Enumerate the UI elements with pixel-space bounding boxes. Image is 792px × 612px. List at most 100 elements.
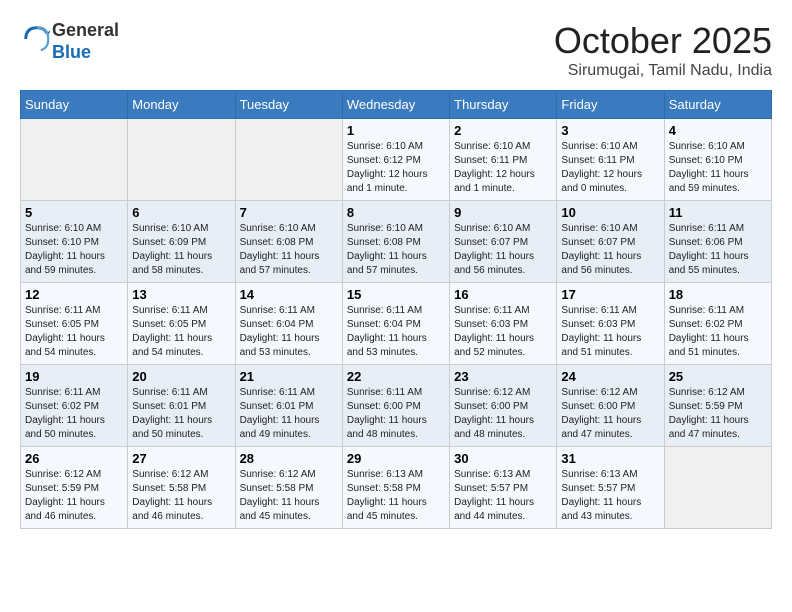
day-number: 23	[454, 369, 552, 384]
weekday-header: Friday	[557, 91, 664, 119]
day-number: 11	[669, 205, 767, 220]
weekday-header: Sunday	[21, 91, 128, 119]
calendar-cell: 29 Sunrise: 6:13 AM Sunset: 5:58 PM Dayli…	[342, 447, 449, 529]
day-number: 20	[132, 369, 230, 384]
day-number: 25	[669, 369, 767, 384]
day-number: 5	[25, 205, 123, 220]
day-number: 29	[347, 451, 445, 466]
calendar-cell: 10Sunrise: 6:10 AM Sunset: 6:07 PM Dayli…	[557, 201, 664, 283]
calendar-cell: 12Sunrise: 6:11 AM Sunset: 6:05 PM Dayli…	[21, 283, 128, 365]
day-number: 30	[454, 451, 552, 466]
day-info: Sunrise: 6:10 AM Sunset: 6:11 PM Dayligh…	[454, 140, 552, 196]
day-info: Sunrise: 6:13 AM Sunset: 5:57 PM Dayligh…	[454, 468, 552, 524]
day-number: 26	[25, 451, 123, 466]
day-number: 19	[25, 369, 123, 384]
month-title: October 2025	[554, 20, 772, 62]
day-number: 16	[454, 287, 552, 302]
day-info: Sunrise: 6:10 AM Sunset: 6:09 PM Dayligh…	[132, 222, 230, 278]
calendar-cell: 20 Sunrise: 6:11 AM Sunset: 6:01 PM Dayli…	[128, 365, 235, 447]
day-number: 1	[347, 123, 445, 138]
day-number: 8	[347, 205, 445, 220]
day-info: Sunrise: 6:10 AM Sunset: 6:11 PM Dayligh…	[561, 140, 659, 196]
calendar-week-row: 19 Sunrise: 6:11 AM Sunset: 6:02 PM Dayli…	[21, 365, 772, 447]
calendar-cell: 11 Sunrise: 6:11 AM Sunset: 6:06 PM Dayli…	[664, 201, 771, 283]
calendar-cell: 28 Sunrise: 6:12 AM Sunset: 5:58 PM Dayli…	[235, 447, 342, 529]
calendar-cell	[664, 447, 771, 529]
day-info: Sunrise: 6:12 AM Sunset: 5:58 PM Dayligh…	[132, 468, 230, 524]
day-info: Sunrise: 6:10 AM Sunset: 6:07 PM Dayligh…	[454, 222, 552, 278]
day-number: 4	[669, 123, 767, 138]
calendar-cell: 9 Sunrise: 6:10 AM Sunset: 6:07 PM Daylig…	[450, 201, 557, 283]
calendar-cell: 26 Sunrise: 6:12 AM Sunset: 5:59 PM Dayli…	[21, 447, 128, 529]
day-number: 17	[561, 287, 659, 302]
calendar-cell: 3 Sunrise: 6:10 AM Sunset: 6:11 PM Daylig…	[557, 119, 664, 201]
day-info: Sunrise: 6:11 AM Sunset: 6:00 PM Dayligh…	[347, 386, 445, 442]
weekday-header: Monday	[128, 91, 235, 119]
calendar-week-row: 12Sunrise: 6:11 AM Sunset: 6:05 PM Dayli…	[21, 283, 772, 365]
calendar-cell: 7Sunrise: 6:10 AM Sunset: 6:08 PM Daylig…	[235, 201, 342, 283]
day-info: Sunrise: 6:10 AM Sunset: 6:10 PM Dayligh…	[669, 140, 767, 196]
calendar-week-row: 5 Sunrise: 6:10 AM Sunset: 6:10 PM Daylig…	[21, 201, 772, 283]
day-info: Sunrise: 6:11 AM Sunset: 6:04 PM Dayligh…	[347, 304, 445, 360]
day-number: 6	[132, 205, 230, 220]
day-number: 21	[240, 369, 338, 384]
calendar-cell: 31Sunrise: 6:13 AM Sunset: 5:57 PM Dayli…	[557, 447, 664, 529]
day-number: 3	[561, 123, 659, 138]
calendar-table: SundayMondayTuesdayWednesdayThursdayFrid…	[20, 90, 772, 529]
calendar-cell: 2 Sunrise: 6:10 AM Sunset: 6:11 PM Daylig…	[450, 119, 557, 201]
day-info: Sunrise: 6:11 AM Sunset: 6:02 PM Dayligh…	[669, 304, 767, 360]
logo-general: General	[52, 20, 119, 40]
calendar-cell: 22 Sunrise: 6:11 AM Sunset: 6:00 PM Dayli…	[342, 365, 449, 447]
logo-blue: Blue	[52, 42, 91, 62]
calendar-cell: 25 Sunrise: 6:12 AM Sunset: 5:59 PM Dayli…	[664, 365, 771, 447]
location: Sirumugai, Tamil Nadu, India	[554, 62, 772, 80]
calendar-cell: 14 Sunrise: 6:11 AM Sunset: 6:04 PM Dayli…	[235, 283, 342, 365]
day-number: 18	[669, 287, 767, 302]
calendar-cell: 24Sunrise: 6:12 AM Sunset: 6:00 PM Dayli…	[557, 365, 664, 447]
day-info: Sunrise: 6:11 AM Sunset: 6:05 PM Dayligh…	[25, 304, 123, 360]
day-number: 9	[454, 205, 552, 220]
calendar-cell: 18 Sunrise: 6:11 AM Sunset: 6:02 PM Dayli…	[664, 283, 771, 365]
calendar-cell: 27Sunrise: 6:12 AM Sunset: 5:58 PM Dayli…	[128, 447, 235, 529]
day-info: Sunrise: 6:13 AM Sunset: 5:58 PM Dayligh…	[347, 468, 445, 524]
calendar-cell: 23Sunrise: 6:12 AM Sunset: 6:00 PM Dayli…	[450, 365, 557, 447]
calendar-cell: 17Sunrise: 6:11 AM Sunset: 6:03 PM Dayli…	[557, 283, 664, 365]
day-info: Sunrise: 6:12 AM Sunset: 6:00 PM Dayligh…	[561, 386, 659, 442]
day-info: Sunrise: 6:11 AM Sunset: 6:02 PM Dayligh…	[25, 386, 123, 442]
calendar-cell: 5 Sunrise: 6:10 AM Sunset: 6:10 PM Daylig…	[21, 201, 128, 283]
calendar-week-row: 26 Sunrise: 6:12 AM Sunset: 5:59 PM Dayli…	[21, 447, 772, 529]
calendar-cell: 30 Sunrise: 6:13 AM Sunset: 5:57 PM Dayli…	[450, 447, 557, 529]
day-info: Sunrise: 6:11 AM Sunset: 6:04 PM Dayligh…	[240, 304, 338, 360]
calendar-week-row: 1Sunrise: 6:10 AM Sunset: 6:12 PM Daylig…	[21, 119, 772, 201]
day-info: Sunrise: 6:10 AM Sunset: 6:10 PM Dayligh…	[25, 222, 123, 278]
page-header: General Blue October 2025 Sirumugai, Tam…	[20, 20, 772, 80]
day-number: 2	[454, 123, 552, 138]
weekday-header: Saturday	[664, 91, 771, 119]
calendar-cell: 19 Sunrise: 6:11 AM Sunset: 6:02 PM Dayli…	[21, 365, 128, 447]
day-number: 14	[240, 287, 338, 302]
day-info: Sunrise: 6:12 AM Sunset: 5:58 PM Dayligh…	[240, 468, 338, 524]
day-number: 28	[240, 451, 338, 466]
calendar-cell: 6 Sunrise: 6:10 AM Sunset: 6:09 PM Daylig…	[128, 201, 235, 283]
day-info: Sunrise: 6:12 AM Sunset: 5:59 PM Dayligh…	[669, 386, 767, 442]
logo: General Blue	[20, 20, 119, 63]
day-info: Sunrise: 6:10 AM Sunset: 6:08 PM Dayligh…	[240, 222, 338, 278]
day-info: Sunrise: 6:10 AM Sunset: 6:08 PM Dayligh…	[347, 222, 445, 278]
day-info: Sunrise: 6:12 AM Sunset: 5:59 PM Dayligh…	[25, 468, 123, 524]
day-info: Sunrise: 6:11 AM Sunset: 6:06 PM Dayligh…	[669, 222, 767, 278]
weekday-header: Wednesday	[342, 91, 449, 119]
day-info: Sunrise: 6:11 AM Sunset: 6:01 PM Dayligh…	[132, 386, 230, 442]
calendar-cell: 1Sunrise: 6:10 AM Sunset: 6:12 PM Daylig…	[342, 119, 449, 201]
calendar-cell: 4 Sunrise: 6:10 AM Sunset: 6:10 PM Daylig…	[664, 119, 771, 201]
day-number: 15	[347, 287, 445, 302]
calendar-cell	[235, 119, 342, 201]
weekday-header: Tuesday	[235, 91, 342, 119]
day-number: 10	[561, 205, 659, 220]
calendar-cell: 13Sunrise: 6:11 AM Sunset: 6:05 PM Dayli…	[128, 283, 235, 365]
weekday-header-row: SundayMondayTuesdayWednesdayThursdayFrid…	[21, 91, 772, 119]
day-number: 13	[132, 287, 230, 302]
logo-icon	[22, 24, 52, 54]
calendar-cell	[128, 119, 235, 201]
calendar-cell: 8 Sunrise: 6:10 AM Sunset: 6:08 PM Daylig…	[342, 201, 449, 283]
day-number: 22	[347, 369, 445, 384]
